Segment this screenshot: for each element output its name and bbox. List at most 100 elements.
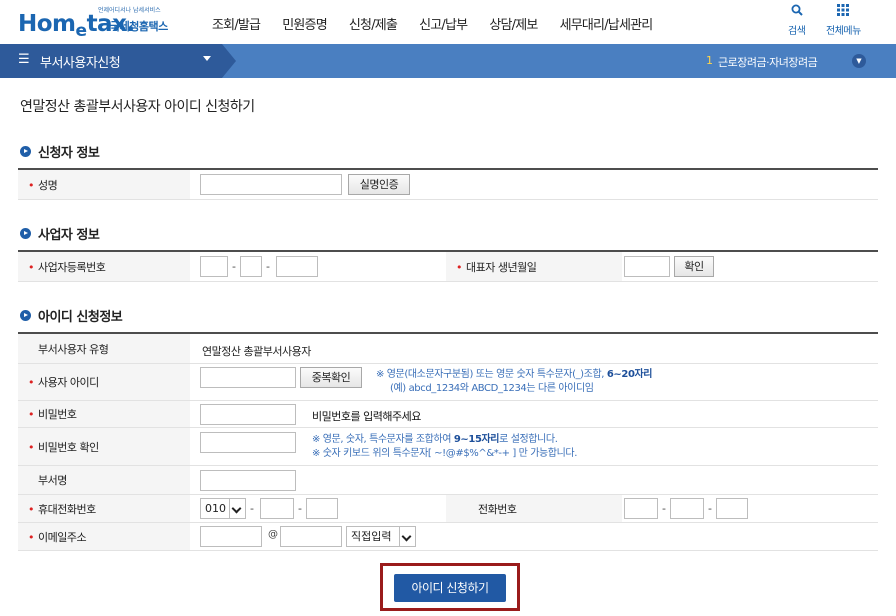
user-id-row: • 사용자 아이디 중복확인 ※ 영문(대소문자구분됨) 또는 영문 숫자 특수문…: [18, 364, 878, 401]
phone-label: 전화번호: [478, 502, 517, 516]
password-note-1: ※ 영문, 숫자, 특수문자를 조합하여 9~15자리로 설정합니다.: [312, 434, 558, 445]
notice-text[interactable]: 근로장려금·자녀장려금: [718, 54, 818, 70]
dept-type-label-cell: 부서사용자 유형: [18, 334, 190, 363]
nav-item-inquiry[interactable]: 조회/발급: [212, 14, 261, 33]
dash: -: [662, 502, 666, 515]
mobile-label-cell: • 휴대전화번호: [18, 495, 190, 522]
current-menu-title: 부서사용자신청: [40, 56, 121, 71]
dept-name-label: 부서명: [38, 474, 67, 487]
dept-name-row: 부서명: [18, 466, 878, 495]
phone-part3-input[interactable]: [716, 498, 748, 519]
password-input[interactable]: [200, 404, 296, 425]
brn-label-cell: • 사업자등록번호: [18, 252, 190, 281]
search-label: 검색: [788, 26, 806, 37]
chevron-down-icon: [399, 527, 415, 546]
email-label: • 이메일주소: [28, 530, 87, 544]
password-hint: 비밀번호를 입력해주세요: [312, 410, 421, 423]
nav-item-filing[interactable]: 신고/납부: [419, 14, 468, 33]
dash: -: [232, 260, 236, 273]
dept-name-input[interactable]: [200, 470, 296, 491]
search-button[interactable]: 검색: [788, 4, 806, 37]
sub-menu-bar: ☰ 부서사용자신청 1 근로장려금·자녀장려금 ▼: [0, 44, 896, 78]
applicant-section-header: 신청자 정보: [20, 142, 100, 161]
dash: -: [250, 502, 254, 515]
brn-label: • 사업자등록번호: [28, 260, 106, 274]
page-title: 연말정산 총괄부서사용자 아이디 신청하기: [20, 99, 255, 115]
account-table: 부서사용자 유형 연말정산 총괄부서사용자 • 사용자 아이디 중복확인 ※ 영문…: [18, 332, 878, 551]
hamburger-icon[interactable]: ☰: [18, 52, 30, 67]
email-row: • 이메일주소 @ 직접입력: [18, 523, 878, 551]
email-domain-select[interactable]: 직접입력: [346, 526, 416, 547]
current-menu: ☰ 부서사용자신청: [0, 44, 236, 78]
brn-part2-input[interactable]: [240, 256, 262, 277]
dept-type-row: 부서사용자 유형 연말정산 총괄부서사용자: [18, 334, 878, 364]
password-confirm-label: • 비밀번호 확인: [28, 440, 99, 454]
account-section-title: 아이디 신청정보: [38, 310, 123, 325]
chevron-down-icon[interactable]: [203, 56, 211, 61]
notice-number: 1: [706, 54, 713, 67]
hometax-logo[interactable]: 언제어디서나 납세서비스 Hometax. 국세청홈택스: [18, 5, 198, 41]
email-id-input[interactable]: [200, 526, 262, 547]
nav-item-agent[interactable]: 세무대리/납세관리: [560, 14, 654, 33]
account-section-header: 아이디 신청정보: [20, 306, 123, 325]
dept-name-label-cell: 부서명: [18, 466, 190, 494]
search-icon: [788, 4, 805, 18]
brn-part3-input[interactable]: [276, 256, 318, 277]
name-row: • 성명 실명인증: [18, 170, 878, 200]
password-label: • 비밀번호: [28, 408, 77, 421]
submit-highlight-box: 아이디 신청하기: [380, 563, 520, 611]
dash: -: [708, 502, 712, 515]
mobile-prefix-value: 010: [205, 502, 226, 515]
logo-korean-name: 국세청홈택스: [110, 20, 168, 33]
password-confirm-input[interactable]: [200, 432, 296, 453]
dept-type-label: 부서사용자 유형: [38, 342, 109, 356]
ceo-birth-label-cell: • 대표자 생년월일: [446, 252, 622, 281]
user-id-note-1: ※ 영문(대소문자구분됨) 또는 영문 숫자 특수문자(_)조합, 6~20자리: [376, 369, 653, 380]
confirm-button[interactable]: 확인: [674, 256, 714, 277]
email-label-cell: • 이메일주소: [18, 523, 190, 550]
password-confirm-row: • 비밀번호 확인 ※ 영문, 숫자, 특수문자를 조합하여 9~15자리로 설정…: [18, 428, 878, 466]
nav-item-consult[interactable]: 상담/제보: [489, 14, 538, 33]
main-nav: 조회/발급 민원증명 신청/제출 신고/납부 상담/제보 세무대리/납세관리: [212, 14, 674, 33]
user-id-label: • 사용자 아이디: [28, 376, 99, 389]
mobile-middle-input[interactable]: [260, 498, 294, 519]
mobile-label: • 휴대전화번호: [28, 502, 96, 516]
phone-part2-input[interactable]: [670, 498, 704, 519]
applicant-section-title: 신청자 정보: [38, 146, 100, 161]
mobile-prefix-select[interactable]: 010: [200, 498, 246, 519]
section-bullet-icon: [20, 146, 31, 157]
nav-item-certificate[interactable]: 민원증명: [282, 14, 327, 33]
business-row: • 사업자등록번호 - - • 대표자 생년월일 확인: [18, 252, 878, 282]
all-menu-button[interactable]: 전체메뉴: [826, 4, 861, 37]
apply-id-button[interactable]: 아이디 신청하기: [394, 574, 506, 602]
notice-expand-icon[interactable]: ▼: [852, 54, 866, 68]
dash: -: [266, 260, 270, 273]
real-name-verify-button[interactable]: 실명인증: [348, 174, 410, 195]
phone-part1-input[interactable]: [624, 498, 658, 519]
email-domain-input[interactable]: [280, 526, 342, 547]
dash: -: [298, 502, 302, 515]
brn-part1-input[interactable]: [200, 256, 228, 277]
grid-icon: [826, 4, 861, 18]
name-input[interactable]: [200, 174, 342, 195]
section-bullet-icon: [20, 228, 31, 239]
ceo-birth-label: • 대표자 생년월일: [456, 260, 537, 274]
nav-item-application[interactable]: 신청/제출: [349, 14, 398, 33]
password-label-cell: • 비밀번호: [18, 401, 190, 427]
business-table: • 사업자등록번호 - - • 대표자 생년월일 확인: [18, 250, 878, 282]
duplicate-check-button[interactable]: 중복확인: [300, 367, 362, 388]
user-id-input[interactable]: [200, 367, 296, 388]
dept-type-value: 연말정산 총괄부서사용자: [202, 345, 311, 358]
email-domain-select-value: 직접입력: [351, 530, 392, 543]
mobile-last-input[interactable]: [306, 498, 338, 519]
at-sign: @: [268, 529, 278, 540]
applicant-table: • 성명 실명인증: [18, 168, 878, 200]
name-label: • 성명: [28, 178, 58, 192]
business-section-title: 사업자 정보: [38, 228, 100, 243]
password-note-2: ※ 숫자 키보드 위의 특수문자[ ~!@#$%^&*-+ ] 만 가능합니다.: [312, 448, 577, 459]
user-id-label-cell: • 사용자 아이디: [18, 364, 190, 400]
section-bullet-icon: [20, 310, 31, 321]
chevron-down-icon: [229, 499, 245, 518]
password-confirm-label-cell: • 비밀번호 확인: [18, 428, 190, 465]
ceo-birth-input[interactable]: [624, 256, 670, 277]
